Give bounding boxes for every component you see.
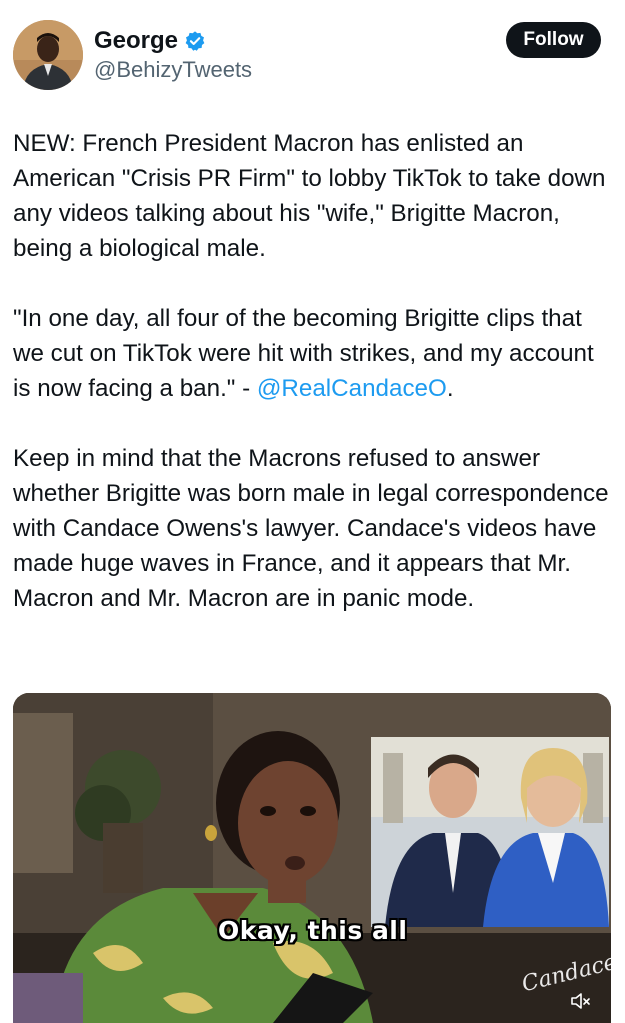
avatar-image [13, 20, 83, 90]
follow-button[interactable]: Follow [506, 22, 601, 58]
author-handle[interactable]: @BehizyTweets [94, 57, 252, 83]
tweet-body: NEW: French President Macron has enliste… [13, 126, 613, 616]
tweet-paragraph: NEW: French President Macron has enliste… [13, 130, 606, 262]
author-display-name[interactable]: George [94, 27, 178, 55]
tweet-header: George @BehizyTweets Follow [0, 0, 625, 100]
avatar[interactable] [13, 20, 83, 90]
video-caption: Okay, this all [218, 916, 408, 945]
mention-link[interactable]: @RealCandaceO [257, 375, 447, 402]
video-media[interactable]: Okay, this all Candace [13, 693, 611, 1023]
verified-badge-icon [184, 30, 206, 52]
speaker-muted-icon[interactable] [569, 989, 593, 1013]
quote-period: . [446, 375, 454, 402]
tweet-paragraph: Keep in mind that the Macrons refused to… [13, 445, 609, 612]
tweet-paragraph-quote: "In one day, all four of the becoming Br… [13, 301, 613, 406]
